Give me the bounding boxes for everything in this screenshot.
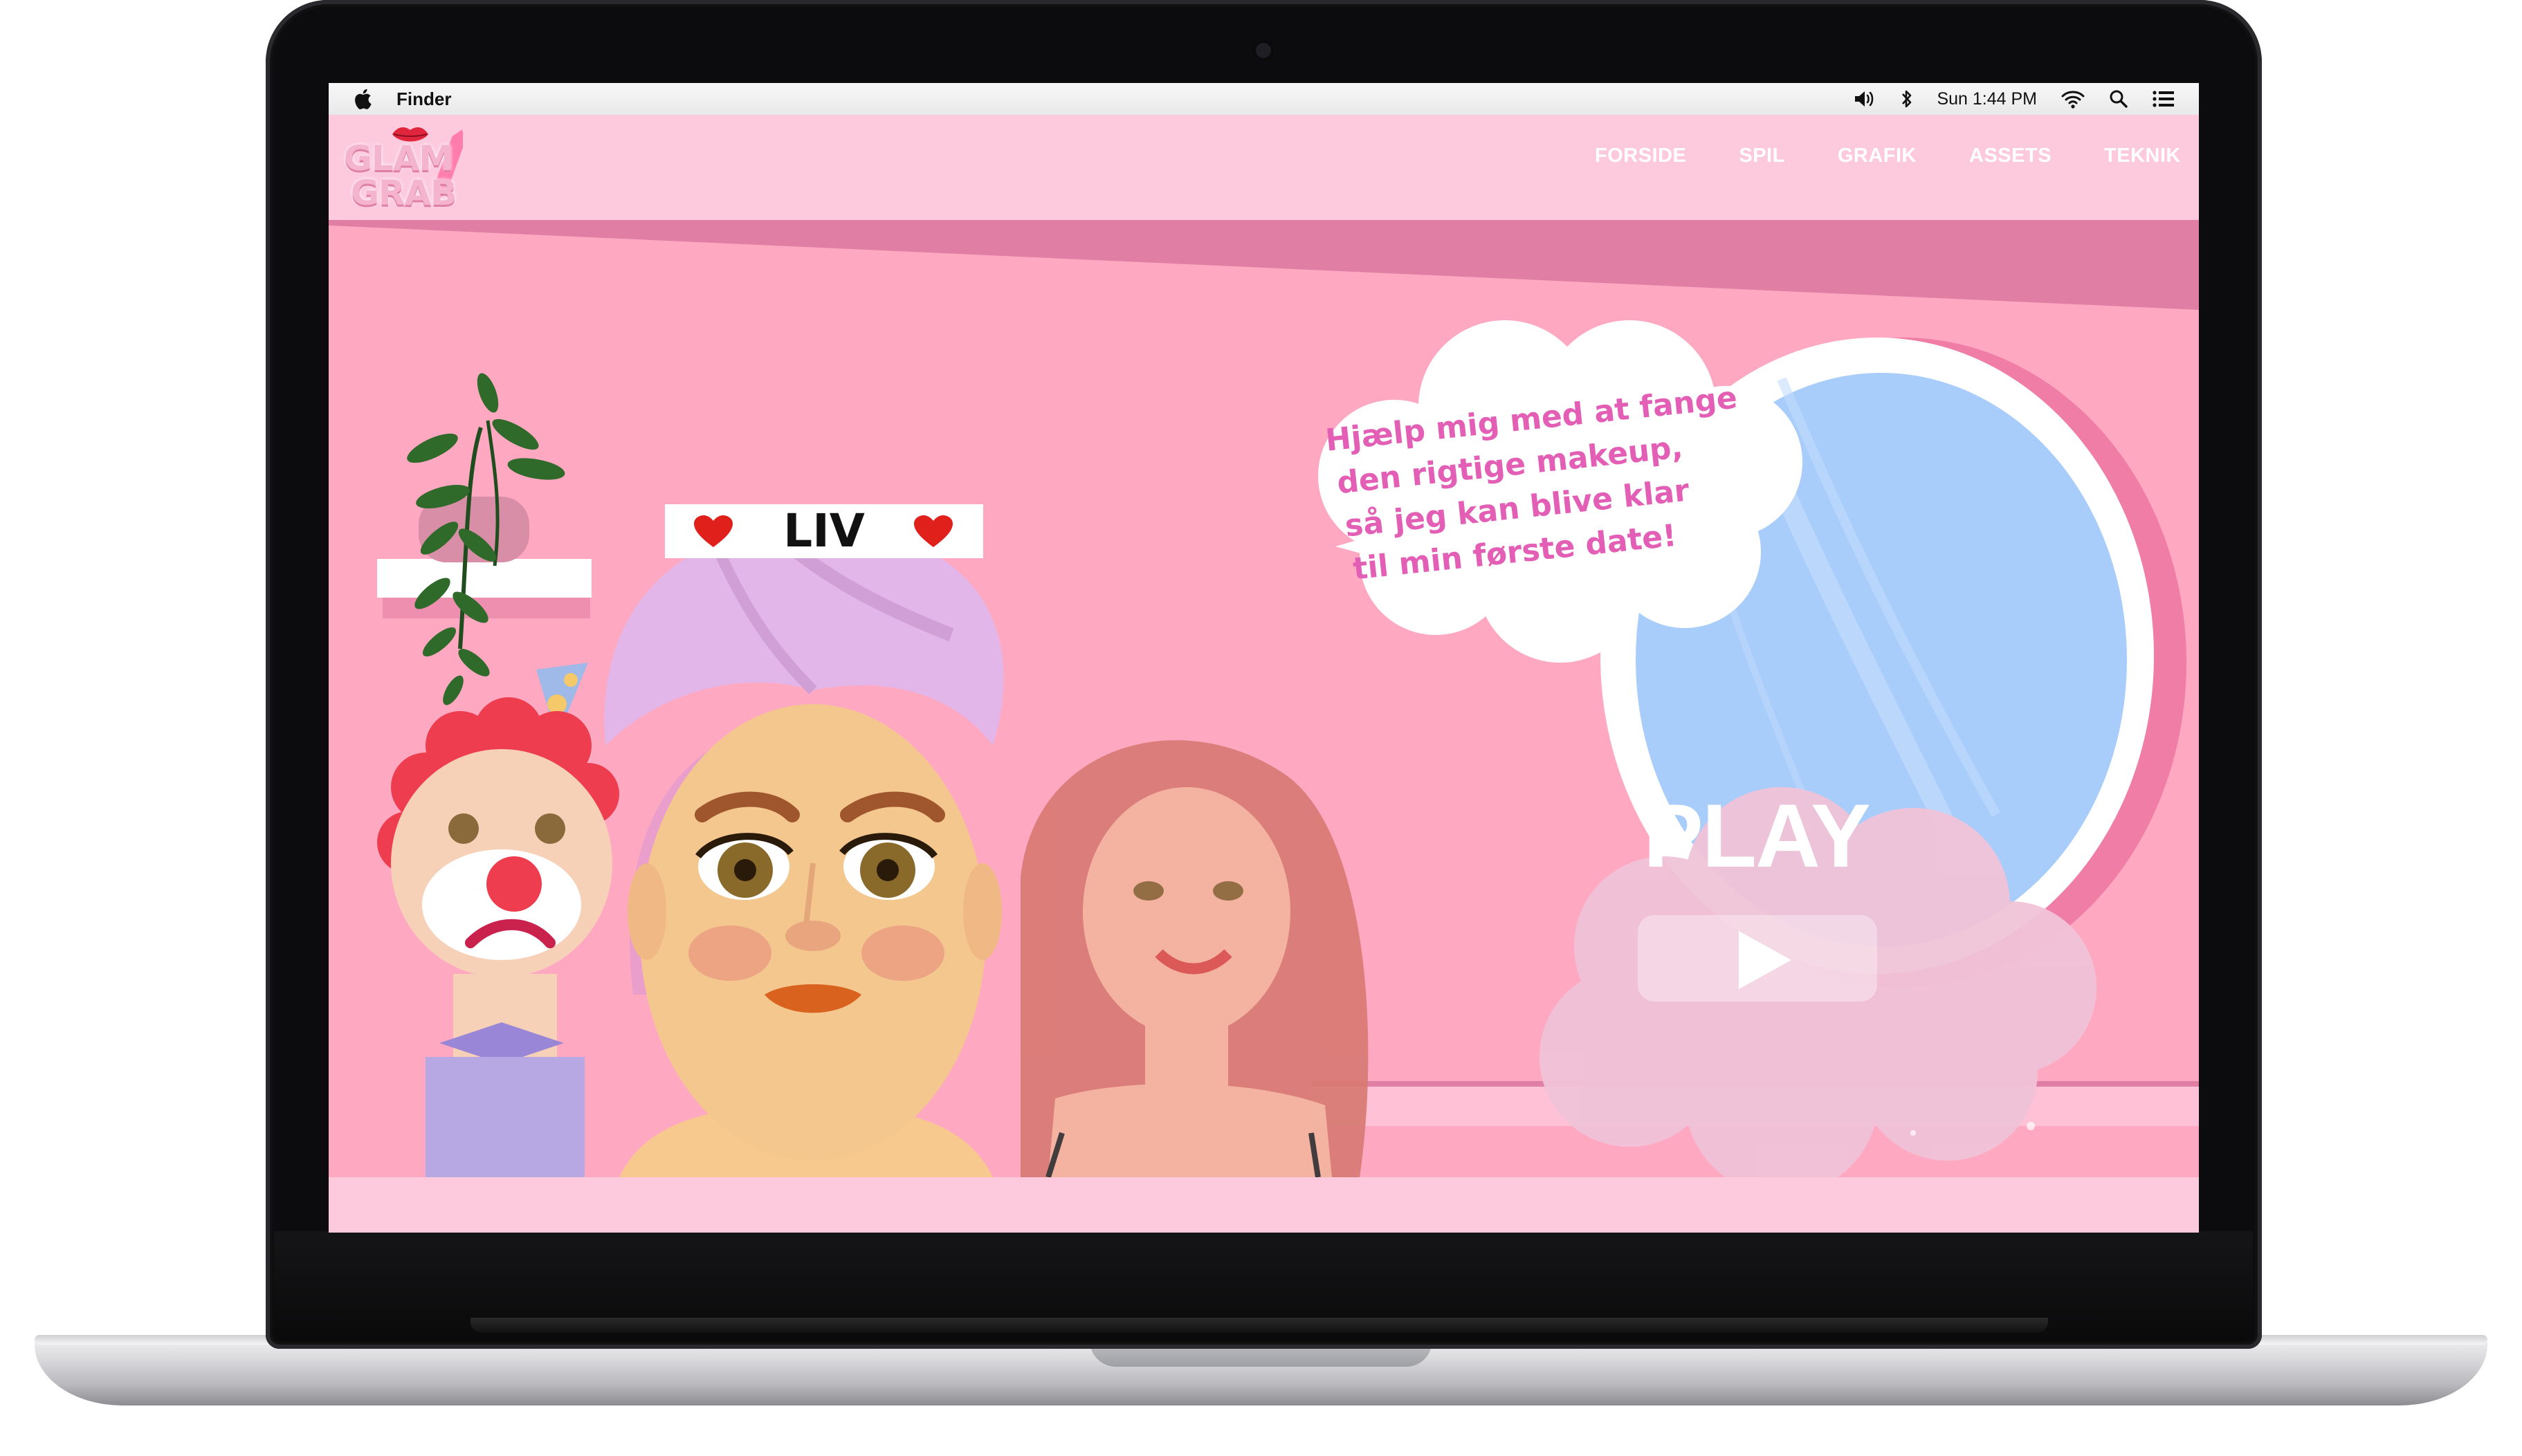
hero-illustration: Hjælp mig med at fange den rigtige makeu… <box>329 220 2199 1177</box>
laptop-mockup: Finder Sun 1:44 PM GLAM GRAB FORSIDE SPI… <box>0 0 2522 1456</box>
play-icon[interactable] <box>1739 931 1791 989</box>
apple-icon[interactable] <box>354 89 372 109</box>
camera-icon <box>1256 43 1271 58</box>
menubar-clock[interactable]: Sun 1:44 PM <box>1937 89 2037 109</box>
nav-spil[interactable]: SPIL <box>1739 145 1784 167</box>
nav-grafik[interactable]: GRAFIK <box>1838 145 1917 167</box>
search-icon[interactable] <box>2109 89 2128 109</box>
logo-word-grab: GRAB <box>351 173 457 213</box>
girl-character <box>1021 740 1369 1177</box>
liv-character <box>604 524 1004 1177</box>
main-nav: FORSIDE SPIL GRAFIK ASSETS TEKNIK <box>1595 145 2181 167</box>
screen: Finder Sun 1:44 PM GLAM GRAB FORSIDE SPI… <box>329 83 2199 1233</box>
heart-icon <box>914 515 953 547</box>
ceiling-band <box>329 220 2199 310</box>
volume-icon[interactable] <box>1854 89 1877 109</box>
nav-teknik[interactable]: TEKNIK <box>2104 145 2181 167</box>
finder-menu[interactable]: Finder <box>396 89 451 110</box>
page-footer-band <box>329 1177 2199 1233</box>
character-nameplate: LIV <box>665 504 983 558</box>
plant-shelf <box>377 559 592 598</box>
glam-grab-logo[interactable]: GLAM GRAB <box>338 120 477 217</box>
list-icon[interactable] <box>2152 90 2175 108</box>
laptop-hinge <box>470 1318 2048 1333</box>
site-header: GLAM GRAB FORSIDE SPIL GRAFIK ASSETS TEK… <box>329 115 2199 220</box>
menubar-status: Sun 1:44 PM <box>1854 83 2175 115</box>
nav-assets[interactable]: ASSETS <box>1969 145 2052 167</box>
bluetooth-icon[interactable] <box>1901 89 1913 109</box>
clown-character <box>377 663 619 1177</box>
play-label[interactable]: PLAY <box>1643 784 1871 887</box>
nav-forside[interactable]: FORSIDE <box>1595 145 1686 167</box>
wifi-icon[interactable] <box>2060 89 2085 109</box>
hero-section: Hjælp mig med at fange den rigtige makeu… <box>329 220 2199 1177</box>
mac-menubar: Finder Sun 1:44 PM <box>329 83 2199 116</box>
logo-word-glam: GLAM <box>344 138 453 178</box>
